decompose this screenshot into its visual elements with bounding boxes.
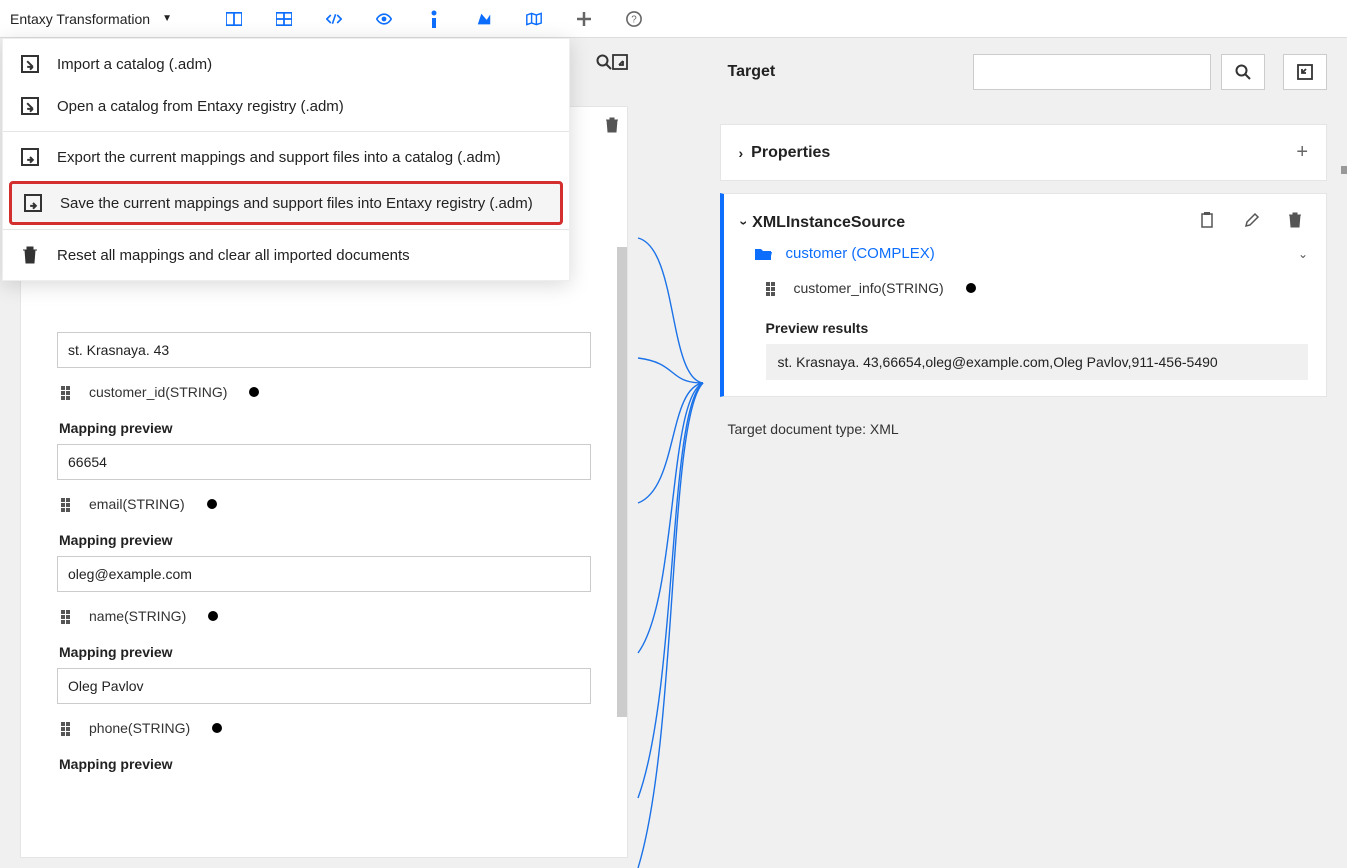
target-header: Target [700,38,1347,106]
preview-value[interactable]: oleg@example.com [57,556,591,592]
source-import-button-visible[interactable] [612,54,628,73]
import-icon [21,97,39,115]
field-name: name(STRING) [89,608,186,624]
toolbar-icons: ? [226,11,642,27]
scrollbar[interactable] [1341,166,1347,174]
menu-label: Save the current mappings and support fi… [60,195,533,212]
import-icon [21,55,39,73]
properties-card[interactable]: › Properties + [720,124,1328,181]
map-marker-icon[interactable] [476,11,492,27]
title-dropdown[interactable]: Entaxy Transformation ▼ [10,11,202,27]
app-title: Entaxy Transformation [10,11,150,27]
properties-title: › Properties [739,144,1297,162]
menu-label: Export the current mappings and support … [57,149,501,166]
field-name: customer_id(STRING) [89,384,227,400]
preview-value[interactable]: st. Krasnaya. 43 [57,332,591,368]
source-search-button-visible[interactable] [596,54,612,73]
delete-icon[interactable] [605,117,619,136]
target-search-input[interactable] [973,54,1211,90]
field-name: phone(STRING) [89,720,190,736]
xml-title: XMLInstanceSource [752,214,905,232]
chevron-down-icon[interactable]: ⌄ [1298,247,1308,261]
menu-save-catalog[interactable]: Save the current mappings and support fi… [9,181,563,225]
table-icon[interactable] [276,11,292,27]
menu-label: Open a catalog from Entaxy registry (.ad… [57,98,344,115]
chevron-down-icon[interactable]: › [736,220,752,225]
mapped-indicator-icon [207,499,217,509]
grip-icon [61,386,73,398]
field-row[interactable]: name(STRING) [57,598,591,630]
grip-icon [61,722,73,734]
mapping-preview-label: Mapping preview [57,518,591,556]
target-doc-type: Target document type: XML [720,409,1328,449]
field-name: email(STRING) [89,496,185,512]
preview-section: Preview results st. Krasnaya. 43,66654,o… [742,302,1309,386]
folder-open-icon [754,247,772,261]
svg-text:?: ? [631,14,637,25]
mapped-indicator-icon [208,611,218,621]
menu-label: Import a catalog (.adm) [57,56,212,73]
preview-results-label: Preview results [766,312,1309,344]
grip-icon [766,282,778,294]
map-icon[interactable] [526,11,542,27]
chevron-right-icon[interactable]: › [739,145,744,161]
preview-results-value: st. Krasnaya. 43,66654,oleg@example.com,… [766,344,1309,380]
menu-separator [3,131,569,132]
info-icon[interactable] [426,11,442,27]
field-row[interactable]: customer_id(STRING) [57,374,591,406]
columns-icon[interactable] [226,11,242,27]
menu-reset[interactable]: Reset all mappings and clear all importe… [3,234,569,276]
preview-value[interactable]: 66654 [57,444,591,480]
connection-lines [648,38,700,868]
folder-row[interactable]: customer (COMPLEX) ⌄ [742,233,1309,270]
mapping-preview-label: Mapping preview [57,742,591,780]
menu-separator [3,229,569,230]
target-title: Target [728,63,964,81]
target-panel: Target › Properties + › XMLInstanceSourc… [700,38,1347,868]
delete-icon[interactable] [1288,212,1308,233]
menu-export-catalog[interactable]: Export the current mappings and support … [3,136,569,178]
add-property-button[interactable]: + [1296,141,1308,164]
mapping-gutter [648,38,700,868]
mapped-indicator-icon [212,723,222,733]
catalog-dropdown: Import a catalog (.adm) Open a catalog f… [2,38,570,281]
mapped-indicator-icon [249,387,259,397]
trash-icon [21,246,39,264]
target-search-button[interactable] [1221,54,1265,90]
xml-card: › XMLInstanceSource customer (COMPLEX) ⌄… [720,193,1328,397]
code-icon[interactable] [326,11,342,27]
menu-open-catalog[interactable]: Open a catalog from Entaxy registry (.ad… [3,85,569,127]
field-row[interactable]: customer_info(STRING) [742,270,1309,302]
export-icon [24,194,42,212]
menu-label: Reset all mappings and clear all importe… [57,247,410,264]
edit-icon[interactable] [1244,212,1264,233]
export-icon [21,148,39,166]
mapping-preview-label: Mapping preview [57,406,591,444]
preview-value[interactable]: Oleg Pavlov [57,668,591,704]
grip-icon [61,610,73,622]
xml-card-header: › XMLInstanceSource [742,212,1309,233]
field-row[interactable]: email(STRING) [57,486,591,518]
target-import-button[interactable] [1283,54,1327,90]
help-icon[interactable]: ? [626,11,642,27]
folder-name: customer (COMPLEX) [786,245,935,262]
toolbar: Entaxy Transformation ▼ ? [0,0,1347,38]
menu-import-catalog[interactable]: Import a catalog (.adm) [3,43,569,85]
eye-icon[interactable] [376,11,392,27]
clipboard-icon[interactable] [1200,212,1220,233]
field-name: customer_info(STRING) [794,280,944,296]
mapped-indicator-icon [966,283,976,293]
field-row[interactable]: phone(STRING) [57,710,591,742]
scrollbar[interactable] [617,247,627,717]
caret-down-icon: ▼ [162,13,172,24]
plus-icon[interactable] [576,11,592,27]
grip-icon [61,498,73,510]
mapping-preview-label: Mapping preview [57,630,591,668]
